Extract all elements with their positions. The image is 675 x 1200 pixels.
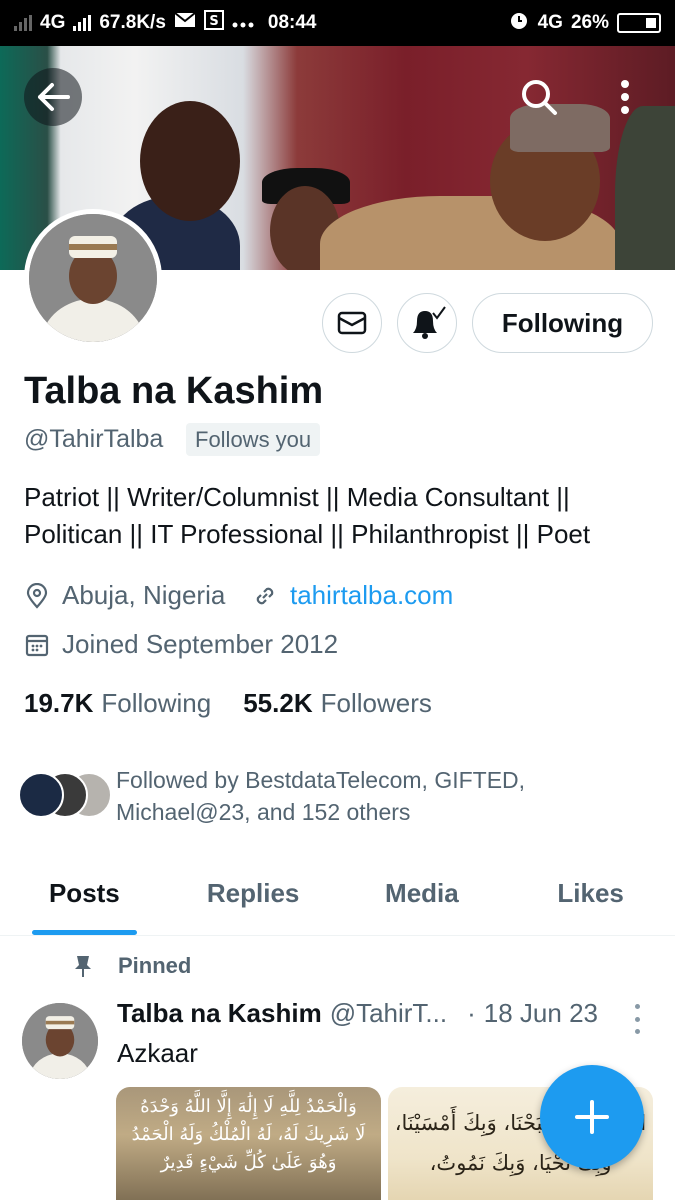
image-text-line: وَالْحَمْدُ لِلَّهِ لَا إِلَٰهَ إِلَّا ا… (140, 1096, 357, 1117)
followed-by-avatars (18, 764, 112, 820)
profile-bio: Patriot || Writer/Columnist || Media Con… (24, 482, 591, 549)
bell-check-icon (413, 306, 446, 339)
post-date[interactable]: 18 Jun 23 (484, 998, 598, 1029)
profile-name: Talba na Kashim (24, 370, 324, 412)
battery-icon (617, 13, 661, 33)
website-link[interactable]: tahirtalba.com (290, 580, 453, 611)
location-pin-icon (24, 582, 50, 609)
plus-icon (575, 1100, 609, 1134)
followers-count-link[interactable]: 55.2K Followers (243, 688, 432, 719)
post-text: Azkaar (117, 1038, 198, 1068)
post-more-icon[interactable] (630, 1004, 644, 1034)
following-count-link[interactable]: 19.7K Following (24, 688, 211, 719)
more-notifications-icon (232, 12, 254, 34)
compose-button[interactable] (540, 1065, 644, 1169)
mail-notification-icon (174, 11, 196, 35)
pinned-label: Pinned (118, 953, 192, 978)
network-type-2: 4G (537, 12, 563, 33)
tab-replies[interactable]: Replies (169, 852, 338, 935)
envelope-icon (337, 311, 367, 335)
svg-text:S: S (209, 14, 218, 29)
notifications-button[interactable] (397, 293, 457, 353)
following-label: Following (101, 688, 212, 718)
network-speed: 67.8K/s (99, 12, 166, 33)
banner-figure (615, 106, 675, 270)
followers-label: Followers (320, 688, 432, 718)
signal-strength-icon (73, 15, 92, 31)
profile-website[interactable]: tahirtalba.com (252, 580, 453, 611)
sim-notification-icon: S (203, 10, 224, 36)
tab-likes[interactable]: Likes (506, 852, 675, 935)
profile-handle: @TahirTalba (24, 425, 164, 453)
tab-posts[interactable]: Posts (0, 852, 169, 935)
profile-joined: Joined September 2012 (24, 629, 338, 660)
following-button[interactable]: Following (472, 293, 653, 353)
following-count: 19.7K (24, 688, 94, 718)
joined-text: Joined September 2012 (62, 629, 339, 659)
followed-by[interactable]: Followed by BestdataTelecom, GIFTED, Mic… (18, 764, 566, 828)
image-text-line: لَا شَرِيكَ لَهُ، لَهُ الْمُلْكُ وَلَهُ … (131, 1124, 366, 1145)
pinned-indicator: Pinned (70, 953, 191, 979)
arrow-left-icon (38, 83, 70, 111)
message-button[interactable] (322, 293, 382, 353)
tab-media[interactable]: Media (338, 852, 507, 935)
post-image-1[interactable]: وَالْحَمْدُ لِلَّهِ لَا إِلَٰهَ إِلَّا ا… (116, 1087, 381, 1200)
search-icon (522, 80, 557, 115)
followers-count: 55.2K (243, 688, 313, 718)
battery-percent: 26% (570, 12, 609, 33)
post-author-handle[interactable]: @TahirT... (330, 998, 447, 1029)
post-header: Talba na Kashim @TahirT... · 18 Jun 23 (117, 998, 598, 1029)
followed-by-text: Followed by BestdataTelecom, GIFTED, Mic… (116, 767, 526, 825)
search-button[interactable] (510, 68, 568, 126)
pin-icon (70, 953, 96, 979)
more-options-button[interactable] (600, 68, 650, 126)
status-bar: 4G 67.8K/s S 08:44 4G 26% (0, 0, 675, 46)
banner-figure (140, 101, 240, 221)
link-icon (252, 583, 278, 609)
profile-tabs: Posts Replies Media Likes (0, 852, 675, 936)
signal-icon (14, 15, 32, 31)
post-image-1-text: وَالْحَمْدُ لِلَّهِ لَا إِلَٰهَ إِلَّا ا… (116, 1087, 381, 1177)
post-author-avatar[interactable] (22, 1003, 98, 1079)
follow-counts: 19.7K Following 55.2K Followers (24, 688, 464, 719)
network-type: 4G (40, 12, 66, 33)
follows-you-badge: Follows you (186, 423, 321, 456)
location-text: Abuja, Nigeria (62, 580, 226, 610)
post-separator: · (467, 998, 476, 1028)
clock: 08:44 (267, 12, 317, 33)
calendar-icon (24, 632, 50, 658)
profile-avatar[interactable] (24, 209, 162, 347)
profile-location: Abuja, Nigeria (24, 580, 225, 611)
post-author-name[interactable]: Talba na Kashim (117, 998, 322, 1029)
alarm-icon (508, 9, 530, 37)
back-button[interactable] (24, 68, 82, 126)
image-text-line: وَهُوَ عَلَىٰ كُلِّ شَيْءٍ قَدِيرٌ (160, 1152, 337, 1173)
more-vertical-icon (621, 80, 629, 114)
follower-avatar (18, 772, 64, 818)
